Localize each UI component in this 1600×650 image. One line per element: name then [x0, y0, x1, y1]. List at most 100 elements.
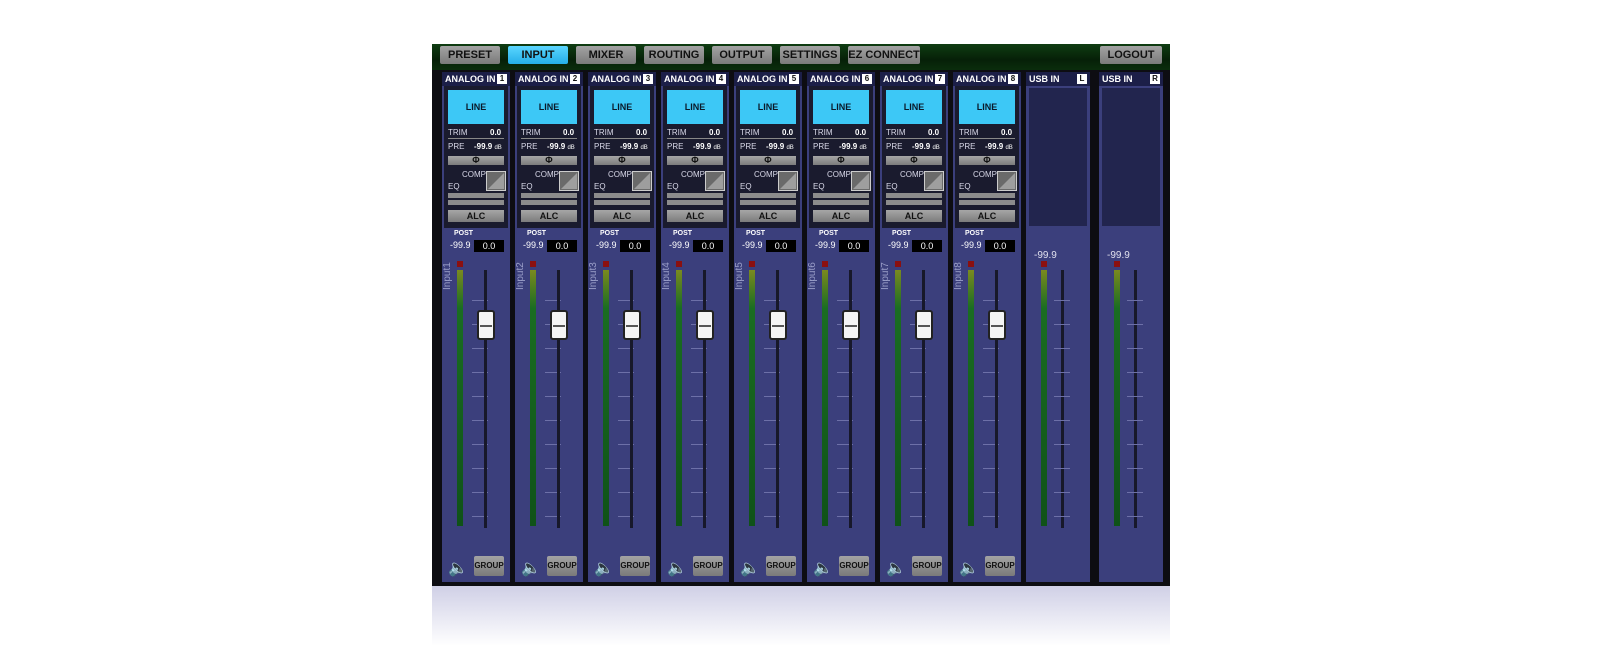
- group-button[interactable]: GROUP: [474, 556, 504, 576]
- fader-knob[interactable]: [915, 310, 933, 340]
- group-button[interactable]: GROUP: [912, 556, 942, 576]
- speaker-icon[interactable]: 🔈: [448, 558, 468, 578]
- phase-button[interactable]: Φ: [886, 156, 942, 165]
- tab-settings[interactable]: SETTINGS: [780, 46, 840, 64]
- comp-curve-icon[interactable]: [924, 171, 944, 191]
- comp-curve-icon[interactable]: [486, 171, 506, 191]
- comp-curve-icon[interactable]: [997, 171, 1017, 191]
- group-button[interactable]: GROUP: [547, 556, 577, 576]
- tab-ez-connect[interactable]: EZ CONNECT: [848, 46, 920, 64]
- fader-track[interactable]: [776, 270, 779, 528]
- eq-band-bar[interactable]: [521, 200, 577, 205]
- trim-slider[interactable]: [813, 138, 869, 139]
- eq-band-bar[interactable]: [448, 200, 504, 205]
- fader-knob[interactable]: [696, 310, 714, 340]
- phase-button[interactable]: Φ: [959, 156, 1015, 165]
- fader-knob[interactable]: [477, 310, 495, 340]
- line-input-button[interactable]: LINE: [959, 90, 1015, 124]
- alc-button[interactable]: ALC: [813, 210, 869, 222]
- eq-band-bar[interactable]: [740, 200, 796, 205]
- trim-slider[interactable]: [594, 138, 650, 139]
- tab-input[interactable]: INPUT: [508, 46, 568, 64]
- group-button[interactable]: GROUP: [620, 556, 650, 576]
- fader-knob[interactable]: [769, 310, 787, 340]
- speaker-icon[interactable]: 🔈: [813, 558, 833, 578]
- fader-knob[interactable]: [550, 310, 568, 340]
- comp-curve-icon[interactable]: [705, 171, 725, 191]
- trim-value[interactable]: 0.0: [928, 128, 939, 137]
- phase-button[interactable]: Φ: [521, 156, 577, 165]
- trim-slider[interactable]: [521, 138, 577, 139]
- eq-band-bar[interactable]: [813, 200, 869, 205]
- fader-knob[interactable]: [842, 310, 860, 340]
- alc-button[interactable]: ALC: [594, 210, 650, 222]
- eq-band-bar[interactable]: [813, 193, 869, 198]
- post-gain-value[interactable]: 0.0: [474, 240, 504, 252]
- fader-track[interactable]: [922, 270, 925, 528]
- trim-slider[interactable]: [667, 138, 723, 139]
- trim-slider[interactable]: [886, 138, 942, 139]
- fader-track[interactable]: [557, 270, 560, 528]
- trim-value[interactable]: 0.0: [563, 128, 574, 137]
- post-gain-value[interactable]: 0.0: [547, 240, 577, 252]
- post-gain-value[interactable]: 0.0: [620, 240, 650, 252]
- eq-band-bar[interactable]: [886, 193, 942, 198]
- line-input-button[interactable]: LINE: [448, 90, 504, 124]
- eq-band-bar[interactable]: [448, 193, 504, 198]
- eq-band-bar[interactable]: [594, 193, 650, 198]
- trim-value[interactable]: 0.0: [855, 128, 866, 137]
- phase-button[interactable]: Φ: [594, 156, 650, 165]
- fader-track[interactable]: [849, 270, 852, 528]
- phase-button[interactable]: Φ: [667, 156, 723, 165]
- speaker-icon[interactable]: 🔈: [667, 558, 687, 578]
- trim-slider[interactable]: [448, 138, 504, 139]
- line-input-button[interactable]: LINE: [594, 90, 650, 124]
- phase-button[interactable]: Φ: [813, 156, 869, 165]
- trim-value[interactable]: 0.0: [490, 128, 501, 137]
- trim-slider[interactable]: [740, 138, 796, 139]
- tab-mixer[interactable]: MIXER: [576, 46, 636, 64]
- eq-band-bar[interactable]: [959, 193, 1015, 198]
- fader-knob[interactable]: [988, 310, 1006, 340]
- logout-button[interactable]: LOGOUT: [1100, 46, 1162, 64]
- fader-knob[interactable]: [623, 310, 641, 340]
- speaker-icon[interactable]: 🔈: [886, 558, 906, 578]
- eq-band-bar[interactable]: [740, 193, 796, 198]
- eq-band-bar[interactable]: [594, 200, 650, 205]
- eq-band-bar[interactable]: [667, 193, 723, 198]
- alc-button[interactable]: ALC: [667, 210, 723, 222]
- group-button[interactable]: GROUP: [693, 556, 723, 576]
- group-button[interactable]: GROUP: [839, 556, 869, 576]
- fader-track[interactable]: [630, 270, 633, 528]
- speaker-icon[interactable]: 🔈: [959, 558, 979, 578]
- comp-curve-icon[interactable]: [851, 171, 871, 191]
- line-input-button[interactable]: LINE: [521, 90, 577, 124]
- group-button[interactable]: GROUP: [985, 556, 1015, 576]
- trim-slider[interactable]: [959, 138, 1015, 139]
- speaker-icon[interactable]: 🔈: [594, 558, 614, 578]
- comp-curve-icon[interactable]: [559, 171, 579, 191]
- post-gain-value[interactable]: 0.0: [839, 240, 869, 252]
- fader-track[interactable]: [995, 270, 998, 528]
- post-gain-value[interactable]: 0.0: [693, 240, 723, 252]
- line-input-button[interactable]: LINE: [667, 90, 723, 124]
- alc-button[interactable]: ALC: [740, 210, 796, 222]
- tab-preset[interactable]: PRESET: [440, 46, 500, 64]
- eq-band-bar[interactable]: [521, 193, 577, 198]
- line-input-button[interactable]: LINE: [740, 90, 796, 124]
- speaker-icon[interactable]: 🔈: [521, 558, 541, 578]
- comp-curve-icon[interactable]: [632, 171, 652, 191]
- tab-output[interactable]: OUTPUT: [712, 46, 772, 64]
- alc-button[interactable]: ALC: [521, 210, 577, 222]
- post-gain-value[interactable]: 0.0: [766, 240, 796, 252]
- comp-curve-icon[interactable]: [778, 171, 798, 191]
- eq-band-bar[interactable]: [886, 200, 942, 205]
- speaker-icon[interactable]: 🔈: [740, 558, 760, 578]
- alc-button[interactable]: ALC: [886, 210, 942, 222]
- trim-value[interactable]: 0.0: [636, 128, 647, 137]
- alc-button[interactable]: ALC: [959, 210, 1015, 222]
- trim-value[interactable]: 0.0: [1001, 128, 1012, 137]
- tab-routing[interactable]: ROUTING: [644, 46, 704, 64]
- line-input-button[interactable]: LINE: [813, 90, 869, 124]
- trim-value[interactable]: 0.0: [709, 128, 720, 137]
